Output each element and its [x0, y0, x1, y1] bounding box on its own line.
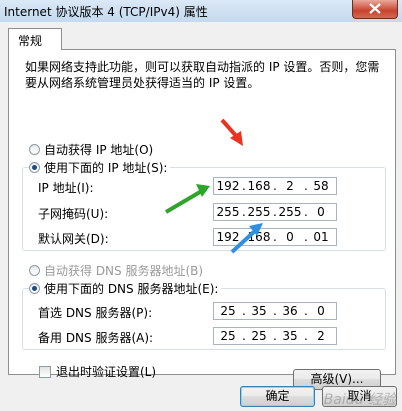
ip-octet: 255	[278, 205, 302, 219]
ip-octet: 01	[313, 230, 329, 244]
radio-manual-ip[interactable]: 使用下面的 IP 地址(S):	[29, 159, 171, 176]
validate-on-exit-checkbox[interactable]: 退出时验证设置(L)	[39, 363, 156, 380]
default-gateway-field[interactable]: 192. 168. 0. 01	[213, 228, 337, 246]
ip-octet: 0	[317, 304, 325, 318]
close-icon	[369, 3, 381, 14]
ip-octet: 192	[216, 179, 240, 193]
radio-auto-dns-indicator	[29, 265, 40, 276]
radio-auto-dns[interactable]: 自动获得 DNS 服务器地址(B)	[29, 262, 203, 279]
window-title: Internet 协议版本 4 (TCP/IPv4) 属性	[4, 5, 208, 19]
ip-octet: 2	[286, 179, 294, 193]
ip-octet: 35	[282, 329, 298, 343]
preferred-dns-label: 首选 DNS 服务器(P):	[38, 306, 153, 320]
ip-address-label: IP 地址(I):	[38, 181, 94, 195]
ip-octet: 36	[282, 304, 298, 318]
ip-octet: 25	[220, 304, 236, 318]
validate-on-exit-label: 退出时验证设置(L)	[56, 365, 157, 379]
ip-octet: 168	[247, 230, 271, 244]
tab-general-label: 常规	[18, 34, 43, 48]
ip-octet: 25	[220, 329, 236, 343]
radio-auto-ip-indicator	[29, 144, 40, 155]
alternate-dns-label: 备用 DNS 服务器(A):	[38, 331, 154, 345]
radio-manual-dns[interactable]: 使用下面的 DNS 服务器地址(E):	[29, 280, 222, 297]
radio-manual-ip-indicator	[29, 162, 40, 173]
watermark: Baidu 经验	[323, 392, 396, 408]
ok-button[interactable]: 确定	[240, 386, 315, 407]
alternate-dns-field[interactable]: 25. 25. 35. 2	[213, 327, 337, 345]
radio-auto-ip[interactable]: 自动获得 IP 地址(O)	[29, 141, 153, 158]
ip-octet: 255	[216, 205, 240, 219]
ip-octet: 0	[286, 230, 294, 244]
ip-octet: 192	[216, 230, 240, 244]
radio-auto-dns-label: 自动获得 DNS 服务器地址(B)	[44, 264, 204, 278]
close-button[interactable]	[352, 0, 398, 19]
ip-octet: 168	[247, 179, 271, 193]
ip-octet: 0	[317, 205, 325, 219]
description-text: 如果网络支持此功能，则可以获取自动指派的 IP 设置。否则，您需要从网络系统管理…	[25, 60, 380, 90]
ip-octet: 255	[247, 205, 271, 219]
ip-octet: 2	[317, 329, 325, 343]
general-panel: 如果网络支持此功能，则可以获取自动指派的 IP 设置。否则，您需要从网络系统管理…	[8, 49, 396, 390]
preferred-dns-field[interactable]: 25. 35. 36. 0	[213, 302, 337, 320]
tab-general[interactable]: 常规	[8, 28, 62, 50]
radio-manual-ip-label: 使用下面的 IP 地址(S):	[44, 161, 168, 175]
subnet-mask-field[interactable]: 255. 255. 255. 0	[213, 203, 337, 221]
radio-auto-ip-label: 自动获得 IP 地址(O)	[44, 143, 154, 157]
ip-octet: 58	[313, 179, 329, 193]
ip-address-field[interactable]: 192. 168. 2. 58	[213, 177, 337, 195]
ip-octet: 35	[251, 304, 267, 318]
ip-octet: 25	[251, 329, 267, 343]
dialog-body: 常规 如果网络支持此功能，则可以获取自动指派的 IP 设置。否则，您需要从网络系…	[0, 22, 402, 411]
radio-manual-dns-label: 使用下面的 DNS 服务器地址(E):	[44, 282, 219, 296]
radio-manual-dns-indicator	[29, 283, 40, 294]
default-gateway-label: 默认网关(D):	[38, 232, 109, 246]
checkbox-box	[39, 365, 51, 378]
title-bar[interactable]: Internet 协议版本 4 (TCP/IPv4) 属性	[0, 0, 402, 22]
subnet-mask-label: 子网掩码(U):	[38, 207, 109, 221]
